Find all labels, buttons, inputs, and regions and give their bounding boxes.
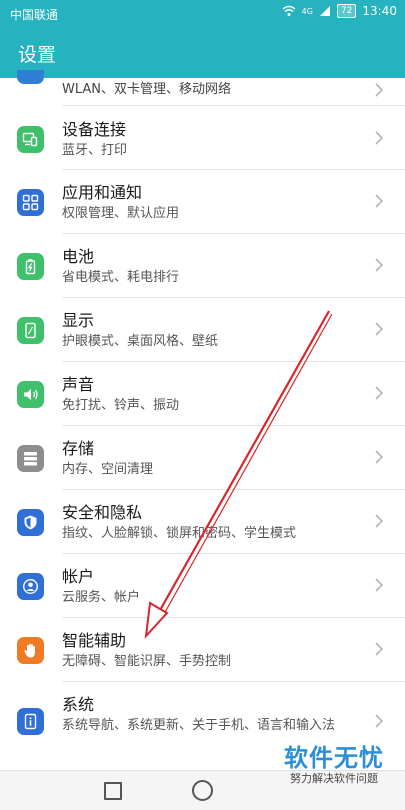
settings-item-subtitle: 蓝牙、打印: [62, 143, 128, 158]
sound-icon: [17, 381, 44, 408]
chevron-right-icon: [375, 258, 384, 272]
battery-indicator: 72: [336, 4, 357, 18]
app-header: 设置: [0, 26, 405, 78]
settings-item-network[interactable]: WLAN、双卡管理、移动网络: [0, 70, 405, 106]
status-bar: 中国联通 4G 72 13:40: [0, 0, 405, 26]
settings-item-title: 设备连接: [62, 120, 127, 139]
settings-item-display[interactable]: 显示 护眼模式、桌面风格、壁纸: [0, 298, 405, 362]
settings-item-title: 声音: [62, 375, 95, 394]
network-icon: [17, 70, 44, 84]
chevron-right-icon: [375, 83, 384, 97]
device-connection-icon: [17, 126, 44, 153]
chevron-right-icon: [375, 514, 384, 528]
battery-icon: [17, 253, 44, 280]
chevron-right-icon: [375, 450, 384, 464]
settings-item-subtitle: 无障碍、智能识屏、手势控制: [62, 654, 232, 669]
chevron-right-icon: [375, 578, 384, 592]
settings-item-subtitle: 护眼模式、桌面风格、壁纸: [62, 334, 219, 349]
display-icon: [17, 317, 44, 344]
settings-item-battery[interactable]: 电池 省电模式、耗电排行: [0, 234, 405, 298]
clock: 13:40: [362, 4, 397, 18]
home-button[interactable]: [192, 780, 213, 801]
settings-item-subtitle: 内存、空间清理: [62, 462, 154, 477]
wifi-icon: [282, 5, 296, 16]
settings-item-security-privacy[interactable]: 安全和隐私 指纹、人脸解锁、锁屏和密码、学生模式: [0, 490, 405, 554]
watermark: 软件无忧 努力解决软件问题: [269, 744, 399, 786]
chevron-right-icon: [375, 386, 384, 400]
chevron-right-icon: [375, 194, 384, 208]
settings-item-title: 系统: [62, 695, 95, 714]
account-icon: [17, 573, 44, 600]
settings-item-subtitle: 云服务、帐户: [62, 590, 141, 605]
apps-grid-icon: [17, 189, 44, 216]
settings-item-subtitle: 省电模式、耗电排行: [62, 270, 180, 285]
settings-item-title: 帐户: [62, 567, 95, 586]
shield-icon: [17, 509, 44, 536]
settings-item-title: 电池: [62, 247, 95, 266]
status-indicators: 4G 72 13:40: [282, 4, 397, 18]
chevron-right-icon: [375, 642, 384, 656]
chevron-right-icon: [375, 131, 384, 145]
recents-button[interactable]: [104, 782, 122, 800]
settings-item-title: 智能辅助: [62, 631, 127, 650]
settings-list: WLAN、双卡管理、移动网络 设备连接 蓝牙、打印 应用和通知 权限管理、默认应…: [0, 70, 405, 762]
settings-item-subtitle: 系统导航、系统更新、关于手机、语言和输入法: [62, 718, 336, 733]
carrier-label: 中国联通: [10, 8, 59, 22]
settings-item-sound[interactable]: 声音 免打扰、铃声、振动: [0, 362, 405, 426]
system-info-icon: [17, 708, 44, 735]
settings-item-title: 应用和通知: [62, 183, 143, 202]
hand-icon: [17, 637, 44, 664]
settings-item-account[interactable]: 帐户 云服务、帐户: [0, 554, 405, 618]
chevron-right-icon: [375, 714, 384, 728]
settings-item-storage[interactable]: 存储 内存、空间清理: [0, 426, 405, 490]
settings-item-smart-assistance[interactable]: 智能辅助 无障碍、智能识屏、手势控制: [0, 618, 405, 682]
settings-item-subtitle: WLAN、双卡管理、移动网络: [62, 82, 232, 97]
watermark-title: 软件无忧: [284, 744, 384, 772]
settings-item-title: 存储: [62, 439, 95, 458]
watermark-subtitle: 努力解决软件问题: [290, 772, 378, 785]
storage-icon: [17, 445, 44, 472]
settings-item-device-connection[interactable]: 设备连接 蓝牙、打印: [0, 106, 405, 170]
signal-icon: [319, 6, 330, 16]
settings-item-title: 显示: [62, 311, 95, 330]
settings-item-apps[interactable]: 应用和通知 权限管理、默认应用: [0, 170, 405, 234]
chevron-right-icon: [375, 322, 384, 336]
settings-item-subtitle: 权限管理、默认应用: [62, 206, 180, 221]
settings-item-title: 安全和隐私: [62, 503, 143, 522]
network-type-label: 4G: [301, 6, 313, 16]
settings-item-subtitle: 指纹、人脸解锁、锁屏和密码、学生模式: [62, 526, 297, 541]
settings-item-subtitle: 免打扰、铃声、振动: [62, 398, 180, 413]
page-title: 设置: [18, 44, 57, 66]
